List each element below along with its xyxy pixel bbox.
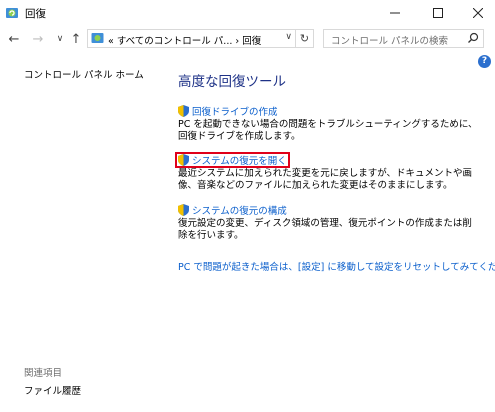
sidebar-control-panel-home[interactable]: コントロール パネル ホーム <box>24 67 144 81</box>
up-button[interactable]: ↑ <box>68 30 84 48</box>
configure-system-restore-link[interactable]: システムの復元の構成 <box>192 203 287 217</box>
refresh-button[interactable]: ↻ <box>296 29 314 48</box>
recovery-drive-description: PC を起動できない場合の問題をトラブルシューティングするために、回復ドライブを… <box>178 119 478 142</box>
minimize-icon <box>390 12 400 14</box>
chevron-down-icon: ∨ <box>56 34 64 44</box>
maximize-button[interactable] <box>418 0 458 26</box>
window-title: 回復 <box>25 8 46 20</box>
uac-shield-icon <box>178 104 189 117</box>
search-placeholder: コントロール パネルの検索 <box>331 36 449 47</box>
refresh-icon: ↻ <box>299 32 310 45</box>
uac-shield-icon <box>178 153 189 166</box>
recovery-drive-item: 回復ドライブの作成 PC を起動できない場合の問題をトラブルシューティングするた… <box>178 104 478 143</box>
close-icon <box>473 8 483 18</box>
recovery-app-icon <box>6 8 18 18</box>
uac-shield-icon <box>178 203 189 216</box>
highlight-box: システムの復元を開く <box>175 151 290 168</box>
open-system-restore-link[interactable]: システムの復元を開く <box>192 153 287 167</box>
arrow-left-icon: ← <box>8 31 20 47</box>
chevron-down-icon[interactable]: ∨ <box>285 32 292 42</box>
title-bar: 回復 <box>0 0 495 26</box>
arrow-right-icon: → <box>32 31 44 47</box>
system-restore-item: システムの復元を開く 最近システムに加えられた変更を元に戻しますが、ドキュメント… <box>175 151 478 192</box>
control-panel-icon <box>91 33 104 43</box>
navigation-bar: ← → ∨ ↑ « すべてのコントロール パ... › 回復 ∨ ↻ コントロー… <box>0 27 495 51</box>
reset-settings-link[interactable]: PC で問題が起きた場合は、[設定] に移動して設定をリセットしてみてください <box>178 259 495 273</box>
minimize-button[interactable] <box>375 0 415 26</box>
forward-button[interactable]: → <box>30 30 46 48</box>
file-history-link[interactable]: ファイル履歴 <box>24 383 81 397</box>
configure-restore-description: 復元設定の変更、ディスク領域の管理、復元ポイントの作成または削除を行います。 <box>178 218 472 241</box>
help-icon[interactable]: ? <box>478 55 491 68</box>
related-heading: 関連項目 <box>24 368 63 379</box>
maximize-icon <box>433 8 443 18</box>
page-title: 高度な回復ツール <box>178 74 286 90</box>
arrow-up-icon: ↑ <box>70 31 82 47</box>
system-restore-description: 最近システムに加えられた変更を元に戻しますが、ドキュメントや画像、音楽などのファ… <box>178 168 473 191</box>
address-path: « すべてのコントロール パ... › 回復 <box>108 36 262 47</box>
address-bar[interactable]: « すべてのコントロール パ... › 回復 ∨ <box>87 29 296 48</box>
search-input[interactable]: コントロール パネルの検索 <box>323 29 484 48</box>
configure-restore-item: システムの復元の構成 復元設定の変更、ディスク領域の管理、復元ポイントの作成また… <box>178 203 478 242</box>
recent-locations-button[interactable]: ∨ <box>52 30 68 48</box>
back-button[interactable]: ← <box>6 30 22 48</box>
close-button[interactable] <box>458 0 495 26</box>
create-recovery-drive-link[interactable]: 回復ドライブの作成 <box>192 104 278 118</box>
search-icon <box>468 32 479 43</box>
